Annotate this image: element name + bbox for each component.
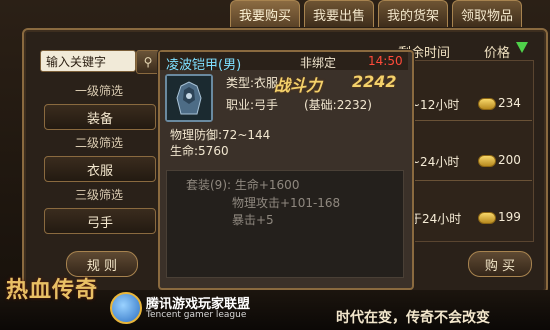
tab-sell[interactable]: 我要出售 [304,0,374,27]
slogan: 时代在变，传奇不会改变 [336,310,490,326]
combat-power-value: 2242 [352,72,397,91]
level3-filter-label: 三级筛选 [74,188,123,202]
level2-filter-label: 二级筛选 [74,136,123,150]
tab-collect-items[interactable]: 领取物品 [452,0,522,27]
combat-power-base: (基础:2232) [304,98,372,112]
tab-buy[interactable]: 我要购买 [230,0,300,27]
set-bonus-line: 物理攻击+101-168 [232,196,341,210]
listing-time: ~24小时 [410,155,460,169]
item-class: 职业:弓手 [226,98,279,112]
gold-icon [478,98,496,110]
level1-filter-button[interactable]: 装备 [44,104,156,130]
buy-button[interactable]: 购 买 [468,251,532,277]
listing-price: 199 [498,210,521,224]
item-type: 类型:衣服 [226,76,279,90]
item-hp: 生命:5760 [170,144,229,158]
listing-time: ~12小时 [410,98,460,112]
combat-power-label: 战斗力 [274,76,323,95]
gold-icon [478,212,496,224]
league-name-en: Tencent gamer league [146,310,247,320]
level3-filter-button[interactable]: 弓手 [44,208,156,234]
tooltip-counter: 14:50 [368,54,403,68]
physical-defense: 物理防御:72~144 [170,128,271,142]
sort-down-arrow-icon[interactable] [516,42,528,53]
tencent-league-logo-icon [110,292,142,324]
listing-time: 于24小时 [410,212,462,226]
row-divider [400,180,532,181]
level2-filter-button[interactable]: 衣服 [44,156,156,182]
listing-price: 200 [498,153,521,167]
search-icon: ⚲ [143,55,153,69]
search-input[interactable]: 输入关键字 [40,50,136,72]
bind-status: 非绑定 [300,56,337,70]
listing-price: 234 [498,96,521,110]
search-button[interactable]: ⚲ [136,50,160,74]
gold-icon [478,155,496,167]
set-bonus-line: 暴击+5 [232,213,274,227]
armor-item-icon [165,74,213,122]
level1-filter-label: 一级筛选 [74,84,123,98]
column-header-price: 价格 [484,46,511,61]
item-name: 凌波铠甲(男) [166,58,242,73]
game-logo: 热血传奇 [6,277,99,303]
set-bonus-line: 套装(9): 生命+1600 [186,178,300,192]
row-divider [400,120,532,121]
tab-my-shelf[interactable]: 我的货架 [378,0,448,27]
